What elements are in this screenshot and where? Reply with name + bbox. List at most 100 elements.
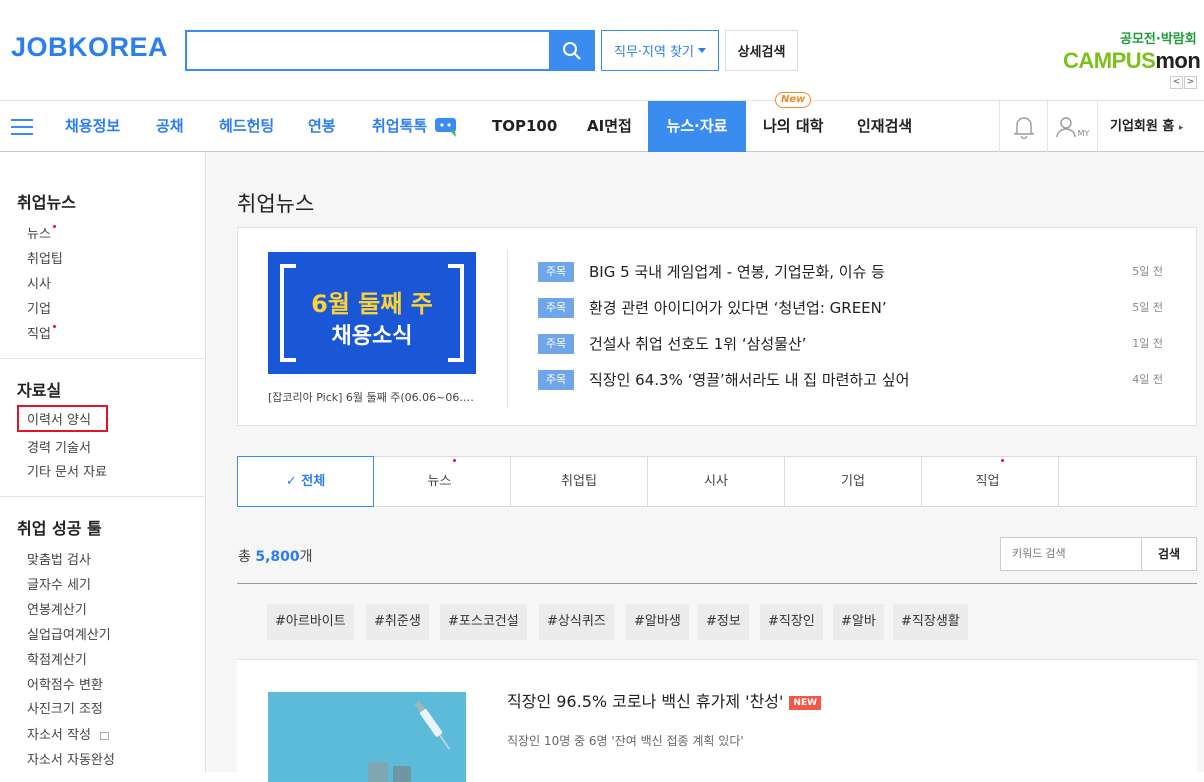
sidebar-link-cover-letter[interactable]: 자소서 작성 [27,724,110,743]
promo-next-button[interactable]: > [1184,76,1197,89]
total-count-prefix: 총 [238,549,256,565]
sidebar-link-spellcheck[interactable]: 맞춤법 검사 [27,549,91,568]
hashtag[interactable]: #직장인 [760,604,823,640]
sidebar-link-char-count[interactable]: 글자수 세기 [27,574,91,593]
article-title[interactable]: 직장인 96.5% 코로나 백신 휴가제 '찬성' NEW [507,688,822,712]
sidebar-link-other-documents[interactable]: 기타 문서 자료 [27,461,107,480]
hashtag[interactable]: #취준생 [366,604,429,640]
sidebar-link-news[interactable]: 뉴스 [27,223,56,242]
tab-company[interactable]: 기업 [785,457,922,506]
tab-occupation-label: 직업 [975,474,1000,489]
new-dot [453,459,457,462]
hashtag[interactable]: #정보 [698,604,749,640]
sidebar-title-tools: 취업 성공 툴 [17,519,102,538]
article-thumbnail[interactable] [268,692,466,782]
my-label: MY [1077,129,1090,138]
tab-current-affairs[interactable]: 시사 [648,457,785,506]
search-button[interactable] [549,30,595,71]
hashtag[interactable]: #상식퀴즈 [539,604,614,640]
page-title: 취업뉴스 [237,192,315,216]
campusmon-logo[interactable]: CAMPUSmon [1063,48,1201,74]
featured-tag: 주목 [538,262,574,282]
sidebar-link-occupation[interactable]: 직업 [27,323,56,342]
featured-item[interactable]: 주목 직장인 64.3% ‘영끌’해서라도 내 집 마련하고 싶어 4일 전 [538,368,1163,392]
nav-salary[interactable]: 연봉 [308,101,336,152]
tab-news-label: 뉴스 [427,474,452,489]
promo-arrows: < > [1170,76,1197,89]
featured-date: 5일 전 [1132,301,1163,314]
featured-item[interactable]: 주목 환경 관련 아이디어가 있다면 ‘청년업: GREEN’ 5일 전 [538,296,1163,320]
sidebar-link-cover-letter-autocomplete[interactable]: 자소서 자동완성 [27,749,115,768]
category-tabs: ✓ 전체 뉴스 취업팁 시사 기업 직업 [237,456,1197,507]
notification-button[interactable] [999,101,1047,152]
keyword-search-button[interactable]: 검색 [1141,537,1197,571]
new-dot [1001,459,1005,462]
chat-bubble-icon [435,117,457,137]
sidebar-divider [0,358,206,359]
hashtag[interactable]: #알바 [833,604,884,640]
hashtag[interactable]: #알바생 [626,604,689,640]
nav-news-data[interactable]: 뉴스·자료 [648,101,746,152]
sidebar-link-resume-form[interactable]: 이력서 양식 [17,405,108,432]
nav-talk-label: 취업톡톡 [372,117,428,135]
total-count: 총 5,800개 [238,546,313,566]
tab-tips[interactable]: 취업팁 [511,457,648,506]
tab-occupation[interactable]: 직업 [922,457,1059,506]
featured-title: BIG 5 국내 게임업계 - 연봉, 기업문화, 이슈 등 [589,263,885,281]
featured-tag: 주목 [538,334,574,354]
my-page-button[interactable]: MY [1047,101,1097,152]
promo-text[interactable]: 공모전·박람회 [1120,28,1197,47]
nav-talk[interactable]: 취업톡톡 [372,101,460,152]
search-input[interactable] [185,30,550,71]
region-button-label: 직무·지역 찾기 [613,45,695,60]
nav-jobs[interactable]: 채용정보 [65,101,120,152]
sidebar-link-career-description[interactable]: 경력 기술서 [27,437,91,456]
featured-item[interactable]: 주목 건설사 취업 선호도 1위 ‘삼성물산’ 1일 전 [538,332,1163,356]
syringe-image [268,692,466,782]
hashtag[interactable]: #포스코건설 [440,604,527,640]
nav-talent-search[interactable]: 인재검색 [857,101,912,152]
promo-prev-button[interactable]: < [1170,76,1183,89]
nav-headhunting[interactable]: 헤드헌팅 [219,101,274,152]
business-home-link[interactable]: 기업회원 홈 ▸ [1097,101,1204,152]
total-count-suffix: 개 [299,549,313,565]
tab-all[interactable]: ✓ 전체 [237,456,374,507]
keyword-search-input[interactable] [1000,537,1142,571]
tab-news[interactable]: 뉴스 [374,457,511,506]
menu-icon[interactable] [11,119,33,135]
sidebar-link-photo-resize[interactable]: 사진크기 조정 [27,698,103,717]
region-job-finder-button[interactable]: 직무·지역 찾기 [601,30,719,71]
detail-search-button[interactable]: 상세검색 [725,30,798,71]
sidebar-link-gpa-calc[interactable]: 학점계산기 [27,649,87,668]
featured-date: 1일 전 [1132,337,1163,350]
search-icon [563,41,581,60]
sidebar-link-tips[interactable]: 취업팁 [27,248,63,267]
sidebar-link-language-score[interactable]: 어학점수 변환 [27,674,103,693]
featured-date: 5일 전 [1132,265,1163,278]
sidebar: 취업뉴스 뉴스 취업팁 시사 기업 직업 자료실 이력서 양식 경력 기술서 기… [0,152,206,772]
jobkorea-logo[interactable]: JOBKOREA [11,32,168,63]
sidebar-link-unemployment-calc[interactable]: 실업급여계산기 [27,624,111,643]
main-nav: 채용정보 공채 헤드헌팅 연봉 취업톡톡 TOP100 AI면접 뉴스·자료 N… [0,92,1204,152]
article-list-item[interactable]: 직장인 96.5% 코로나 백신 휴가제 '찬성' NEW 직장인 10명 중 6… [237,659,1197,782]
sidebar-link-company[interactable]: 기업 [27,298,51,317]
hashtag[interactable]: #직장생활 [893,604,968,640]
banner-headline: 6월 둘째 주 [311,290,433,318]
featured-tag: 주목 [538,298,574,318]
article-title-text: 직장인 96.5% 코로나 백신 휴가제 '찬성' [507,692,784,711]
sidebar-link-current-affairs[interactable]: 시사 [27,273,51,292]
sidebar-link-salary-calc[interactable]: 연봉계산기 [27,599,87,618]
hashtag[interactable]: #아르바이트 [267,604,354,640]
tab-empty [1059,457,1196,506]
banner-caption[interactable]: [잡코리아 Pick] 6월 둘째 주(06.06~06.12) 채용소식 [268,389,476,405]
nav-public-recruit[interactable]: 공채 [156,101,184,152]
nav-ai-interview[interactable]: AI면접 [587,101,632,152]
bell-icon [1012,116,1035,139]
sidebar-divider [0,496,206,497]
new-dot [52,225,56,228]
featured-banner[interactable]: 6월 둘째 주 채용소식 [268,252,476,374]
nav-my-university[interactable]: 나의 대학 [763,101,823,152]
nav-top100[interactable]: TOP100 [492,101,557,152]
featured-item[interactable]: 주목 BIG 5 국내 게임업계 - 연봉, 기업문화, 이슈 등 5일 전 [538,260,1163,284]
featured-title: 건설사 취업 선호도 1위 ‘삼성물산’ [589,335,807,353]
